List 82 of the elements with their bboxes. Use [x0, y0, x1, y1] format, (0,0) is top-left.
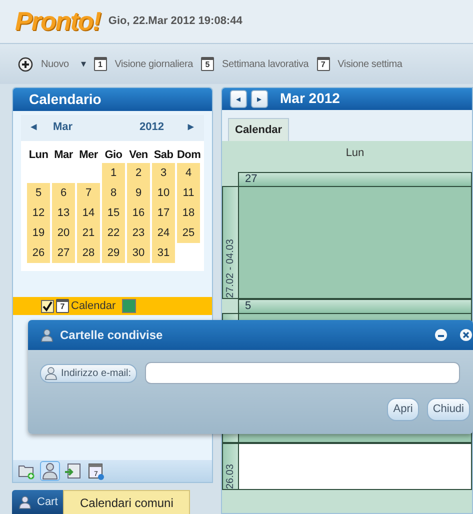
- view-button[interactable]: Visione settima: [338, 56, 402, 72]
- next-button[interactable]: ▸: [251, 90, 268, 108]
- calendar-day[interactable]: 2: [127, 162, 150, 183]
- view-button[interactable]: Visione giornaliera: [114, 56, 194, 72]
- calendar-name[interactable]: Calendar: [71, 298, 116, 315]
- calendar-day[interactable]: 31: [152, 242, 175, 263]
- calendar-icon[interactable]: 5: [201, 57, 214, 71]
- prev-month-button[interactable]: ◂: [31, 119, 37, 136]
- calendar-day[interactable]: 10: [152, 182, 175, 203]
- view-button[interactable]: Settimana lavorativa: [222, 56, 309, 72]
- calendar-day[interactable]: 28: [77, 242, 100, 263]
- calendar-day[interactable]: 14: [77, 202, 100, 223]
- calendar-day[interactable]: 7: [77, 182, 100, 203]
- calendar-day[interactable]: 18: [177, 202, 200, 223]
- calendar-day[interactable]: 4: [177, 162, 200, 183]
- calendar-icon[interactable]: 7: [316, 57, 330, 71]
- calendar-day[interactable]: 25: [177, 222, 200, 243]
- calendar-day[interactable]: 27: [52, 242, 75, 263]
- dialog-button[interactable]: Chiudi: [426, 398, 470, 420]
- calendar-day[interactable]: 3: [152, 162, 175, 183]
- calendar-day[interactable]: 22: [102, 222, 125, 243]
- day-number: 5: [238, 299, 472, 314]
- checkbox[interactable]: [41, 300, 54, 313]
- calendar-day[interactable]: 8: [102, 182, 125, 203]
- weekday-label: Gio: [104, 148, 124, 163]
- email-field[interactable]: [145, 362, 460, 384]
- dialog-button[interactable]: Apri: [387, 398, 419, 420]
- caret-icon[interactable]: ▾: [80, 56, 86, 72]
- calendar-day[interactable]: 17: [152, 202, 175, 223]
- user-icon: [44, 366, 58, 380]
- year-label[interactable]: 2012: [140, 119, 164, 136]
- weekday-label: Lun: [28, 148, 50, 163]
- panel-title: Calendario: [29, 90, 102, 109]
- weekday-label: Dom: [177, 148, 200, 163]
- user-icon[interactable]: [40, 461, 60, 482]
- calendar-day[interactable]: 21: [77, 222, 100, 243]
- user-icon: [40, 328, 54, 342]
- tab[interactable]: Calendar: [228, 118, 290, 142]
- calendar-day[interactable]: 13: [52, 202, 75, 223]
- day-header: Lun: [346, 147, 364, 160]
- prev-button[interactable]: ◂: [230, 90, 247, 108]
- day-number: 27: [238, 172, 472, 186]
- calendar-day[interactable]: 20: [52, 222, 75, 243]
- next-month-button[interactable]: ▸: [188, 119, 194, 136]
- calendar-day[interactable]: 16: [127, 202, 150, 223]
- calendar-day[interactable]: 19: [27, 222, 50, 243]
- calendar-icon: 7: [56, 299, 69, 314]
- tooltip: Calendari comuni: [63, 490, 190, 514]
- calendar-day[interactable]: 5: [27, 182, 50, 203]
- color-swatch[interactable]: [122, 299, 136, 314]
- calendar-day[interactable]: 9: [127, 182, 150, 203]
- weekday-label: Sab: [152, 148, 174, 163]
- calendar-day[interactable]: 15: [102, 202, 125, 223]
- calendar-day[interactable]: 1: [102, 162, 125, 183]
- date-time: Gio, 22.Mar 2012 19:08:44: [108, 14, 242, 30]
- calendar-day[interactable]: 11: [177, 182, 200, 203]
- close-icon[interactable]: [460, 329, 472, 341]
- calendar-day[interactable]: 26: [27, 242, 50, 263]
- calendar-icon[interactable]: 1: [94, 57, 107, 71]
- day-cell[interactable]: [238, 443, 472, 490]
- field-label: Indirizzo e-mail:: [40, 364, 138, 382]
- month-title: Mar 2012: [280, 89, 340, 108]
- user-icon: [18, 495, 32, 509]
- day-cell[interactable]: [238, 186, 472, 300]
- weekday-label: Mer: [78, 148, 99, 163]
- calendar-day[interactable]: 29: [102, 242, 125, 263]
- calendar-day[interactable]: 23: [127, 222, 150, 243]
- dialog-title: Cartelle condivise: [60, 327, 164, 344]
- new-button[interactable]: Nuovo: [41, 56, 69, 72]
- calendar-day[interactable]: 6: [52, 182, 75, 203]
- add-icon[interactable]: [18, 56, 33, 72]
- month-label[interactable]: Mar: [53, 119, 140, 136]
- week-range: 27.02 - 04.03: [224, 238, 237, 298]
- minimize-icon[interactable]: [435, 329, 447, 341]
- logo: Pronto!: [15, 6, 100, 37]
- week-range: 26.03: [224, 463, 237, 490]
- calendar-day[interactable]: 12: [27, 202, 50, 223]
- calendar-day[interactable]: 30: [127, 242, 150, 263]
- calendar-day[interactable]: 24: [152, 222, 175, 243]
- weekday-label: Ven: [128, 148, 149, 163]
- import-icon[interactable]: [63, 461, 83, 482]
- weekday-label: Mar: [53, 148, 74, 163]
